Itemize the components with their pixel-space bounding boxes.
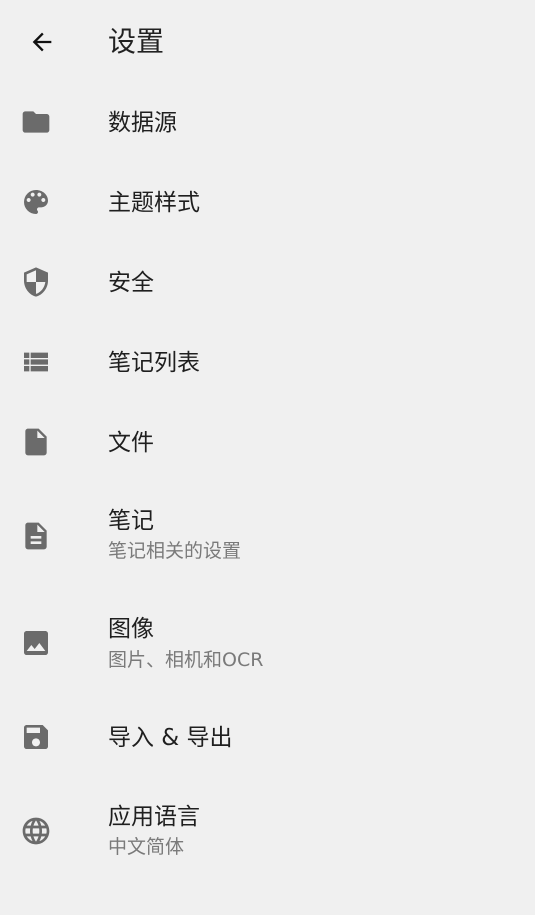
- list-icon: [20, 346, 52, 378]
- settings-item-label: 应用语言: [108, 804, 200, 830]
- arrow-back-icon: [28, 28, 56, 56]
- settings-item-label: 导入 & 导出: [108, 725, 233, 751]
- settings-item-subtitle: 图片、相机和OCR: [108, 649, 264, 671]
- settings-item-import-export[interactable]: 导入 & 导出: [0, 696, 535, 780]
- settings-item-data-source[interactable]: 数据源: [0, 84, 535, 164]
- back-button[interactable]: [18, 18, 66, 66]
- settings-item-subtitle: 中文简体: [108, 836, 185, 858]
- settings-item-theme[interactable]: 主题样式: [0, 164, 535, 244]
- settings-item-images[interactable]: 图像 图片、相机和OCR: [0, 590, 535, 696]
- settings-item-note-list[interactable]: 笔记列表: [0, 324, 535, 404]
- image-icon: [20, 627, 52, 659]
- save-icon: [20, 721, 52, 753]
- settings-item-label: 数据源: [108, 110, 177, 136]
- settings-item-files[interactable]: 文件: [0, 404, 535, 484]
- settings-item-label: 图像: [108, 616, 154, 642]
- note-icon: [20, 520, 52, 552]
- settings-item-label: 安全: [108, 270, 154, 296]
- settings-item-subtitle: 笔记相关的设置: [108, 540, 242, 562]
- settings-item-note[interactable]: 笔记 笔记相关的设置: [0, 484, 535, 590]
- palette-icon: [20, 186, 52, 218]
- settings-item-label: 笔记: [108, 508, 154, 534]
- folder-icon: [20, 106, 52, 138]
- globe-icon: [20, 815, 52, 847]
- file-icon: [20, 426, 52, 458]
- toolbar: 设置: [0, 0, 535, 84]
- shield-icon: [20, 266, 52, 298]
- settings-item-label: 笔记列表: [108, 350, 200, 376]
- settings-item-app-language[interactable]: 应用语言 中文简体: [0, 780, 535, 884]
- settings-item-label: 主题样式: [108, 190, 200, 216]
- settings-item-security[interactable]: 安全: [0, 244, 535, 324]
- page-title: 设置: [108, 25, 165, 58]
- settings-item-label: 文件: [108, 430, 154, 456]
